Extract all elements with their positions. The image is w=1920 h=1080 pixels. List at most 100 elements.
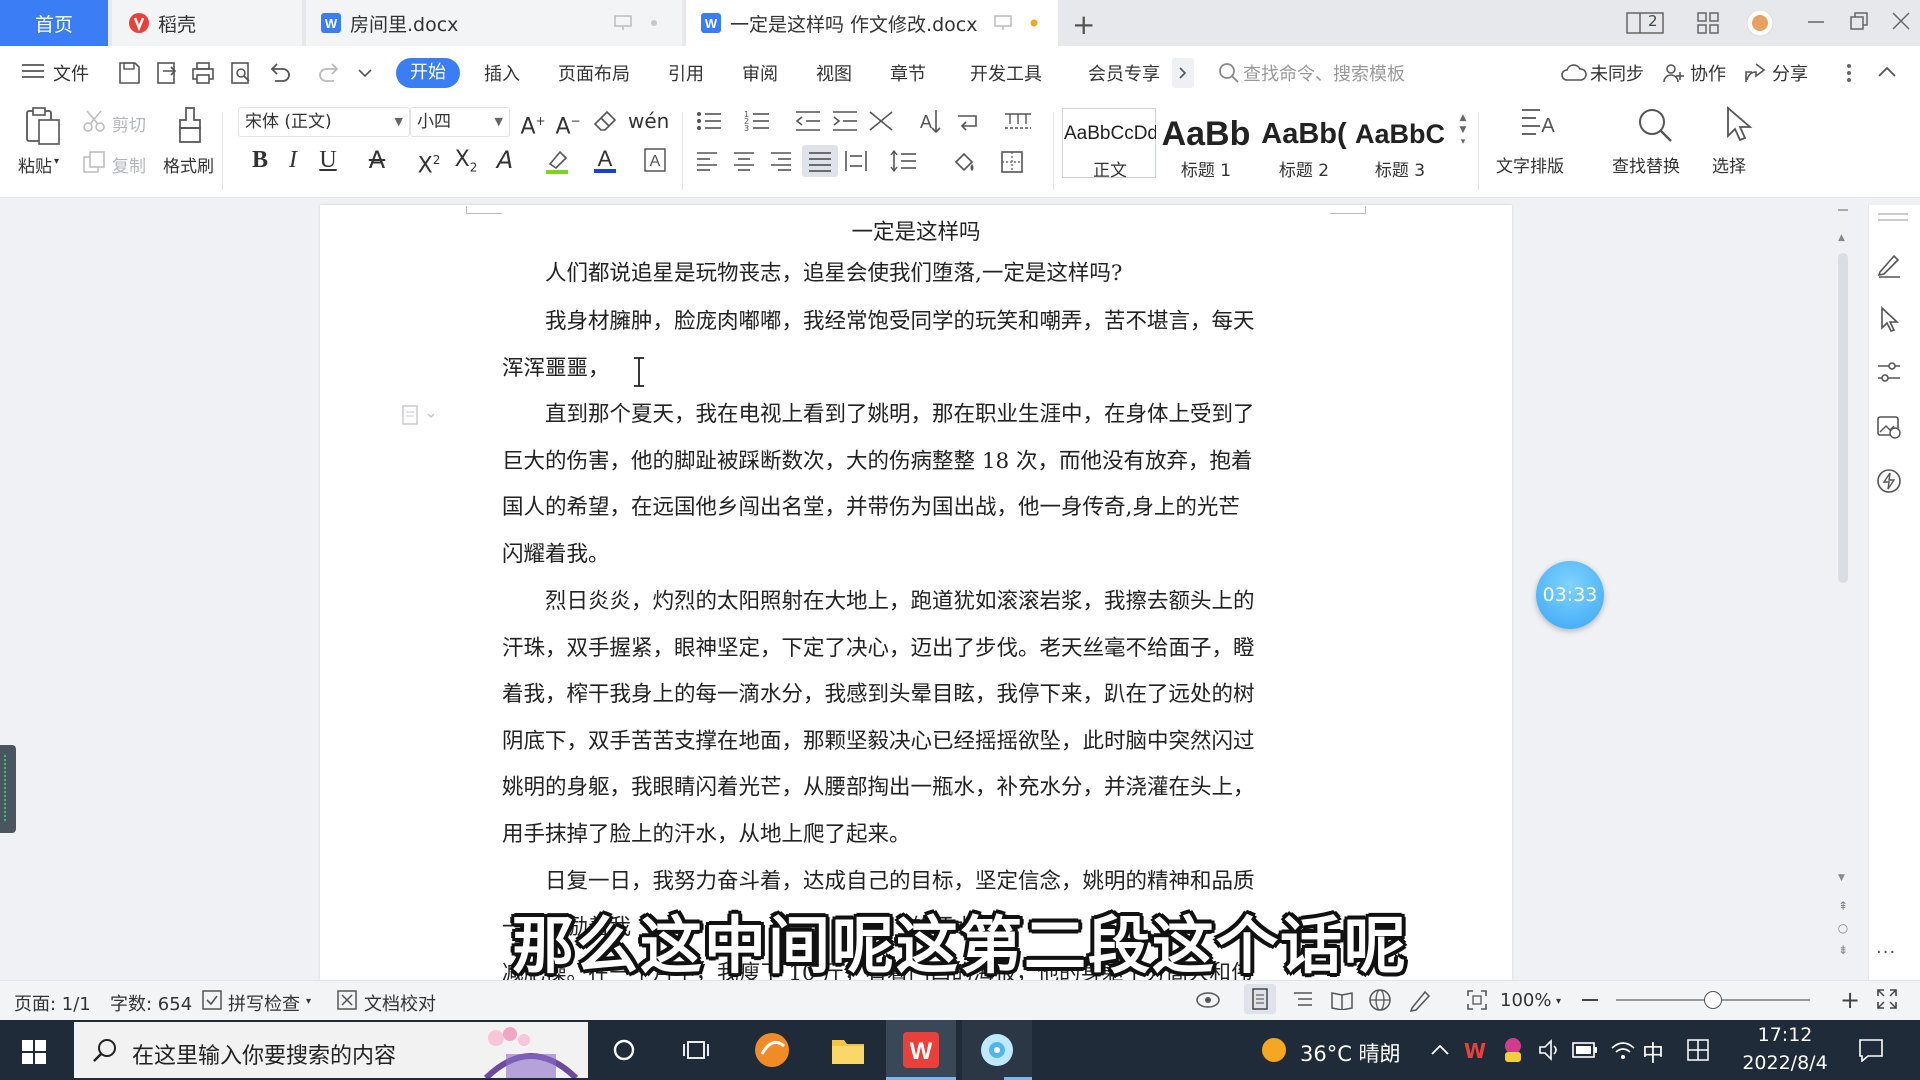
volume-icon[interactable] [1538,1038,1562,1062]
menu-start-tab[interactable]: 开始 [396,58,460,88]
document-title[interactable]: 一定是这样吗 [320,215,1512,246]
zoom-level[interactable]: 100% [1500,990,1551,1011]
user-avatar[interactable] [1746,9,1774,37]
highlight-icon[interactable] [544,148,570,174]
scroll-down-arrow-icon[interactable]: ▼ [1838,873,1845,883]
menu-file[interactable]: 文件 [53,60,89,86]
doc-line[interactable]: 直到那个夏天，我在电视上看到了姚明，那在职业生涯中，在身体上受到了 [502,391,1332,438]
doc-line[interactable]: 人们都说追星是玩物丧志，追星会使我们堕落,一定是这样吗? [502,250,1332,297]
command-search-input[interactable]: 查找命令、搜索模板 [1243,60,1405,86]
format-painter-button[interactable]: 格式刷 [163,152,214,177]
wps-tray-icon[interactable]: W [1464,1039,1486,1063]
print-icon[interactable] [191,61,215,85]
table-tools-icon[interactable] [1004,112,1032,130]
windows-start-icon[interactable] [22,1040,46,1064]
copy-button[interactable]: 复制 [112,152,146,177]
wifi-icon[interactable] [1610,1038,1636,1062]
find-replace-button[interactable]: 查找替换 [1612,152,1680,177]
paragraph-handle-icon[interactable] [402,405,442,425]
menu-review[interactable]: 审阅 [742,60,778,86]
doc-line[interactable]: 姚明的身躯，我眼睛闪着光芒，从腰部掏出一瓶水，补充水分，并浇灌在头上， [502,764,1332,811]
tray-overflow-icon[interactable] [1430,1042,1450,1056]
doc-line[interactable]: 闪耀着我。 [502,531,1332,578]
clock-date[interactable]: 2022/8/4 [1730,1052,1840,1074]
justify-button[interactable] [802,145,838,177]
doc-line[interactable]: 着我，榨干我身上的每一滴水分，我感到头晕目眩，我停下来，趴在了远处的树 [502,671,1332,718]
restore-icon[interactable] [1850,12,1868,30]
text-direction-icon[interactable] [868,110,896,132]
monitor-icon[interactable] [994,15,1012,31]
align-right-icon[interactable] [770,151,792,171]
reading-view-icon[interactable] [1330,990,1354,1010]
web-view-icon[interactable] [1368,988,1392,1012]
italic-button[interactable]: I [278,145,308,175]
doc-proof-button[interactable]: 文档校对 [364,990,436,1016]
shading-icon[interactable] [952,150,978,174]
zoom-slider-thumb[interactable] [1704,991,1722,1009]
menu-insert[interactable]: 插入 [484,60,520,86]
file-explorer-icon[interactable] [830,1034,866,1066]
collapse-ribbon-icon[interactable] [1878,66,1896,78]
collab-button[interactable]: 协作 [1690,60,1726,86]
numbered-list-icon[interactable]: 123 [744,110,770,132]
pen-edit-icon[interactable] [1876,252,1902,278]
distributed-align-icon[interactable] [844,150,868,172]
tray-app-icon[interactable] [1500,1036,1526,1064]
doc-line[interactable]: 浑浑噩噩， [502,345,1332,392]
tab-home[interactable]: 首页 [0,0,108,46]
menu-view[interactable]: 视图 [816,60,852,86]
cortana-icon[interactable] [612,1038,636,1062]
fullscreen-icon[interactable] [1876,988,1898,1010]
tab-active-doc[interactable]: W 一定是这样吗 作文修改.docx [686,0,1058,46]
ime-mode-icon[interactable] [1686,1038,1710,1062]
close-icon[interactable] [1892,12,1910,30]
spell-check-dropdown-icon[interactable]: ▾ [306,996,311,1007]
vertical-scrollbar[interactable]: ▲ ▼ ⇞ ○ ⇟ [1834,205,1852,980]
menu-reference[interactable]: 引用 [668,60,704,86]
notification-icon[interactable] [1858,1038,1884,1062]
undo-icon[interactable] [267,61,297,85]
grid-apps-icon[interactable] [1697,12,1719,34]
doc-line[interactable]: 巨大的伤害，他的脚趾被踩断数次，大的伤病整整 18 次，而他没有放弃，抱着 [502,438,1332,485]
page-count-status[interactable]: 页面: 1/1 [14,990,91,1016]
font-grow-icon[interactable]: A+ [518,106,548,142]
style-heading-3[interactable]: AaBbC 标题 3 [1354,112,1446,181]
style-normal[interactable]: AaBbCcDd 正文 [1064,112,1156,181]
zoom-in-button[interactable]: + [1840,988,1860,1012]
align-left-icon[interactable] [696,151,718,171]
doc-line[interactable]: 国人的希望，在远国他乡闯出名堂，并带伤为国出战，他一身传奇,身上的光芒 [502,484,1332,531]
more-options-icon[interactable] [1846,62,1852,84]
menu-more-button[interactable] [1172,58,1194,88]
strikethrough-button[interactable]: A [362,145,392,175]
browser-app-icon[interactable] [754,1032,790,1068]
paste-dropdown-icon[interactable]: ▾ [54,156,59,167]
scroll-up-arrow-icon[interactable]: ▲ [1838,233,1845,243]
superscript-button[interactable]: X2 [414,145,444,181]
share-button[interactable]: 分享 [1772,60,1808,86]
export-pdf-icon[interactable] [155,61,179,85]
align-center-icon[interactable] [733,151,755,171]
doc-line[interactable]: 烈日炎炎，灼烈的太阳照射在大地上，跑道犹如滚滚岩浆，我擦去额头上的 [502,578,1332,625]
doc-line[interactable]: 用手抹掉了脸上的汗水，从地上爬了起来。 [502,811,1332,858]
recording-timer-badge[interactable]: 03:33 [1536,561,1604,629]
font-size-select[interactable]: 小四 ▼ [410,107,510,137]
font-color-icon[interactable]: A [592,146,618,174]
ime-language-indicator[interactable]: 中 [1642,1036,1664,1068]
tab-room-docx[interactable]: W 房间里.docx [306,0,682,46]
style-heading-2[interactable]: AaBb(标题 2 [1258,112,1350,181]
clear-format-icon[interactable] [593,110,617,132]
borders-icon[interactable] [1000,150,1024,174]
sort-icon[interactable]: A [918,108,942,134]
save-icon[interactable] [117,61,141,85]
outline-view-icon[interactable] [1292,990,1314,1010]
settings-sliders-icon[interactable] [1876,360,1902,384]
quick-access-dropdown-icon[interactable] [358,68,372,78]
tab-daoke[interactable]: 稻壳 [112,0,302,46]
image-tools-icon[interactable] [1876,414,1902,440]
task-view-icon[interactable] [683,1038,709,1062]
paste-button[interactable]: 粘贴 [18,152,52,177]
minimize-icon[interactable] [1808,20,1824,24]
text-effect-button[interactable]: A [490,145,520,175]
menu-page-layout[interactable]: 页面布局 [558,60,630,86]
menu-member[interactable]: 会员专享 [1088,60,1160,86]
